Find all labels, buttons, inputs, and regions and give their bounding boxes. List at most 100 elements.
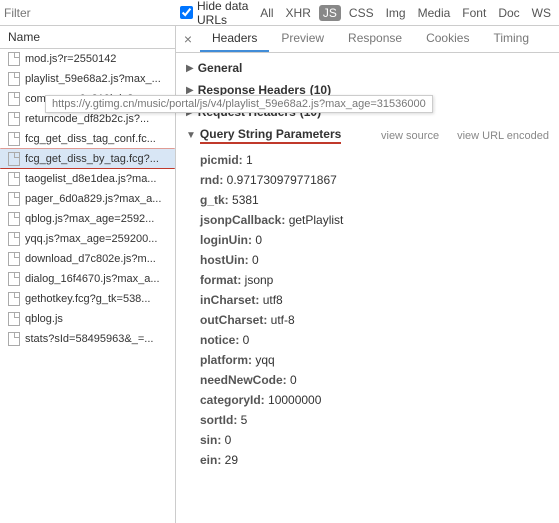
param-value: 5 [241,413,248,427]
param-value: 0 [255,233,262,247]
param-key: platform: [200,353,255,367]
file-name: playlist_59e68a2.js?max_... [25,73,161,85]
file-name: qblog.js [25,313,63,325]
param-value: jsonp [245,273,274,287]
param-row: sortId: 5 [200,410,559,430]
param-key: sortId: [200,413,241,427]
param-row: platform: yqq [200,350,559,370]
hide-data-urls-box[interactable] [180,6,193,19]
filter-tag-img[interactable]: Img [382,5,410,21]
filter-tag-font[interactable]: Font [458,5,490,21]
param-row: rnd: 0.971730979771867 [200,170,559,190]
param-key: outCharset: [200,313,271,327]
param-value: 1 [246,153,253,167]
param-row: needNewCode: 0 [200,370,559,390]
file-icon [8,152,20,166]
param-row: ein: 29 [200,450,559,470]
list-item[interactable]: download_d7c802e.js?m... [0,249,175,269]
tab-cookies[interactable]: Cookies [414,26,481,52]
list-item[interactable]: mod.js?r=2550142 [0,49,175,69]
request-list: mod.js?r=2550142 playlist_59e68a2.js?max_… [0,49,175,349]
qsp-title: Query String Parameters [200,127,341,144]
file-icon [8,192,20,206]
file-icon [8,332,20,346]
param-key: ein: [200,453,225,467]
filter-tag-doc[interactable]: Doc [494,5,523,21]
filter-toolbar: Hide data URLs All XHRJSCSSImgMediaFontDo… [0,0,559,26]
list-item[interactable]: pager_6d0a829.js?max_a... [0,189,175,209]
list-item[interactable]: dialog_16f4670.js?max_a... [0,269,175,289]
list-item[interactable]: yqq.js?max_age=259200... [0,229,175,249]
general-title: General [198,61,243,75]
param-row: hostUin: 0 [200,250,559,270]
list-item[interactable]: playlist_59e68a2.js?max_... [0,69,175,89]
file-icon [8,292,20,306]
section-general[interactable]: General [176,57,559,79]
param-key: picmid: [200,153,246,167]
section-query-string-parameters[interactable]: Query String Parameters view source view… [176,123,559,148]
file-name: fcg_get_diss_tag_conf.fc... [25,133,156,145]
param-row: loginUin: 0 [200,230,559,250]
param-value: getPlaylist [289,213,344,227]
param-value: 0 [252,253,259,267]
filter-tag-js[interactable]: JS [319,5,341,21]
param-key: sin: [200,433,225,447]
param-value: 5381 [232,193,259,207]
close-icon[interactable]: × [176,31,200,47]
param-row: format: jsonp [200,270,559,290]
list-item[interactable]: fcg_get_diss_by_tag.fcg?... [0,149,175,169]
param-key: rnd: [200,173,227,187]
param-row: g_tk: 5381 [200,190,559,210]
tab-response[interactable]: Response [336,26,414,52]
file-name: download_d7c802e.js?m... [25,253,156,265]
file-name: taogelist_d8e1dea.js?ma... [25,173,156,185]
param-key: inCharset: [200,293,263,307]
param-key: notice: [200,333,243,347]
param-value: yqq [255,353,274,367]
param-row: sin: 0 [200,430,559,450]
filter-tag-xhr[interactable]: XHR [282,5,315,21]
tab-preview[interactable]: Preview [269,26,336,52]
list-item[interactable]: stats?sId=58495963&_=... [0,329,175,349]
filter-tag-media[interactable]: Media [414,5,455,21]
file-name: pager_6d0a829.js?max_a... [25,193,161,205]
filter-tag-css[interactable]: CSS [345,5,378,21]
filter-tag-all[interactable]: All [256,5,277,21]
file-icon [8,72,20,86]
view-url-encoded-link[interactable]: view URL encoded [457,130,549,142]
list-item[interactable]: taogelist_d8e1dea.js?ma... [0,169,175,189]
param-key: g_tk: [200,193,232,207]
list-item[interactable]: qblog.js [0,309,175,329]
param-value: 0.971730979771867 [227,173,337,187]
file-name: stats?sId=58495963&_=... [25,333,153,345]
param-value: utf-8 [271,313,295,327]
list-item[interactable]: fcg_get_diss_tag_conf.fc... [0,129,175,149]
hide-data-urls-checkbox[interactable]: Hide data URLs [180,0,250,27]
list-item[interactable]: gethotkey.fcg?g_tk=538... [0,289,175,309]
file-icon [8,52,20,66]
file-name: gethotkey.fcg?g_tk=538... [25,293,150,305]
chevron-right-icon [186,85,194,96]
param-row: picmid: 1 [200,150,559,170]
list-item[interactable]: qblog.js?max_age=2592... [0,209,175,229]
file-name: fcg_get_diss_by_tag.fcg?... [25,153,159,165]
file-icon [8,112,20,126]
filter-tags: All XHRJSCSSImgMediaFontDoc WS [256,5,555,21]
param-value: 10000000 [268,393,321,407]
view-source-link[interactable]: view source [381,130,439,142]
param-row: outCharset: utf-8 [200,310,559,330]
tab-headers[interactable]: Headers [200,26,269,52]
filter-input[interactable] [4,6,104,20]
details-tabs: × HeadersPreviewResponseCookiesTiming [176,26,559,53]
file-icon [8,232,20,246]
param-row: jsonpCallback: getPlaylist [200,210,559,230]
filter-tag-ws[interactable]: WS [528,5,555,21]
url-tooltip: https://y.gtimg.cn/music/portal/js/v4/pl… [45,95,433,113]
tab-timing[interactable]: Timing [481,26,541,52]
chevron-down-icon [186,130,196,141]
chevron-right-icon [186,63,194,74]
param-key: jsonpCallback: [200,213,289,227]
name-column-header[interactable]: Name [0,26,175,49]
file-name: qblog.js?max_age=2592... [25,213,154,225]
param-key: hostUin: [200,253,252,267]
